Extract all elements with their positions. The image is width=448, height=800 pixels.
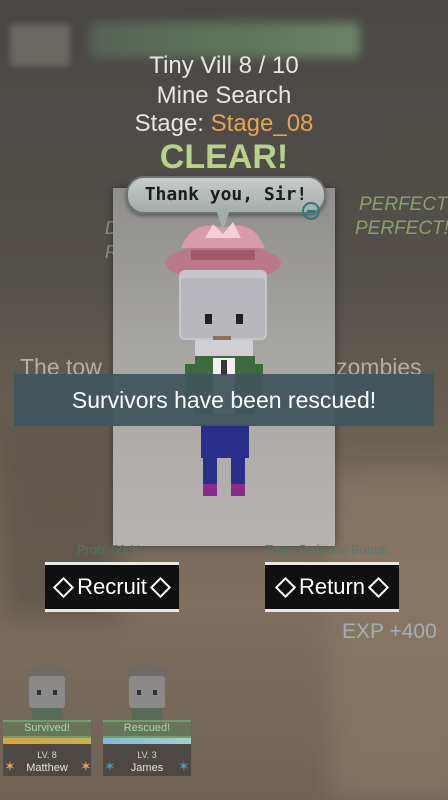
hp-bar	[103, 738, 191, 744]
diamond-icon	[274, 576, 297, 598]
star-icon: ✶	[4, 758, 16, 774]
probability-label: Prob: 50 %	[77, 542, 142, 557]
speech-bubble-tail	[216, 209, 230, 231]
return-button[interactable]: Return	[265, 562, 399, 612]
town-defence-label: Town Defence Bonus	[265, 542, 388, 557]
stage-line: Stage: Stage_08	[0, 110, 448, 138]
recruit-button[interactable]: Recruit	[45, 562, 179, 612]
perfect-label-2: PERFECT!	[355, 218, 448, 239]
diamond-icon	[149, 576, 171, 598]
minus-circle-icon	[302, 202, 320, 220]
stage-value: Stage_08	[210, 110, 314, 137]
village-progress: Tiny Vill 8 / 10	[149, 52, 299, 79]
diamond-icon	[53, 576, 75, 598]
survivor-portrait-panel	[113, 188, 335, 546]
status-rescued: Rescued!	[123, 722, 171, 734]
stage-label: Stage:	[134, 110, 204, 137]
return-label: Return	[298, 574, 366, 599]
party-card-james[interactable]: Rescued! LV. 3 James ✶ ✶	[100, 658, 191, 778]
clear-title: CLEAR!	[159, 138, 289, 176]
survivor-avatar	[125, 665, 169, 722]
status-survived: Survived!	[24, 722, 70, 734]
survivor-avatar	[25, 665, 69, 722]
hp-bar	[3, 738, 91, 744]
star-icon: ✶	[104, 758, 116, 774]
recruit-label: Recruit	[77, 574, 147, 599]
survivor-character	[165, 222, 281, 496]
exp-gain: EXP +400	[342, 620, 437, 643]
star-icon: ✶	[178, 758, 190, 774]
party-card-matthew[interactable]: Survived! LV. 8 Matthew ✶ ✶	[0, 658, 92, 778]
star-icon: ✶	[80, 758, 92, 774]
mission-name: Mine Search	[156, 82, 292, 109]
rescue-banner: Survivors have been rescued!	[14, 374, 434, 426]
diamond-icon	[367, 576, 390, 598]
perfect-label-1: PERFECT!	[359, 194, 448, 215]
